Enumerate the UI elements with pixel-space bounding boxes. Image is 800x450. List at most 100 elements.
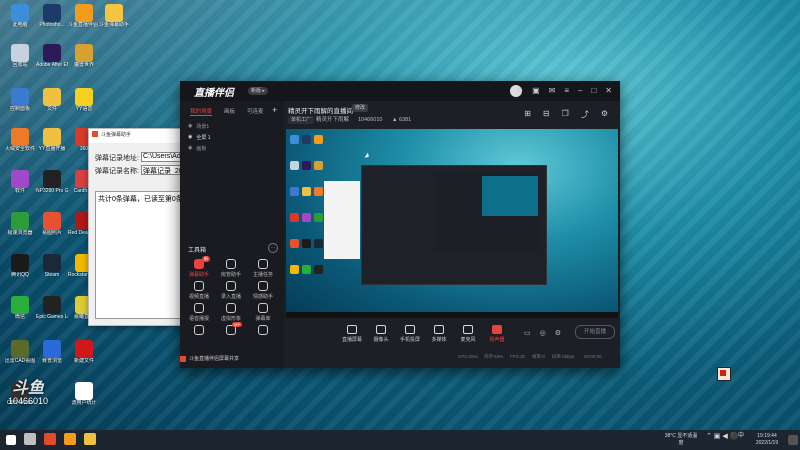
tool-item[interactable]: 语音播报 (184, 303, 214, 322)
preview-desktop-icon (290, 239, 299, 248)
windows-start-icon[interactable] (6, 435, 16, 445)
gear-icon[interactable]: ⚙ (555, 329, 561, 337)
douyu-logo: 斗鱼 (12, 380, 45, 397)
desktop-icon-label: YY直播开播 (38, 146, 66, 152)
eye-icon[interactable]: ◉ (188, 123, 192, 130)
clock[interactable]: 19:19:44 2022/1/19 (750, 433, 784, 447)
stream-preview[interactable] (286, 129, 618, 318)
start-stream-button[interactable]: 开始直播 (575, 325, 615, 339)
desktop-icon[interactable]: Epic Games Launcher (36, 296, 68, 320)
tool-item[interactable]: 新弹幕助手 (184, 256, 214, 278)
desktop-icon[interactable]: YY语音 (68, 88, 100, 112)
tab-my-scenes[interactable]: 我的场景 (190, 107, 213, 116)
settings-icon[interactable]: ⚙ (516, 86, 523, 96)
scene-item[interactable]: ◉ 全屏 1 (188, 134, 211, 141)
minimize-icon[interactable]: – (578, 86, 582, 96)
tool-item[interactable]: 主播任务 (248, 259, 278, 278)
desktop-icon[interactable]: 赛普浏览 (36, 340, 68, 364)
camera-icon[interactable]: ▭ (524, 329, 531, 337)
more-icon[interactable]: … (268, 243, 278, 253)
tray-icons[interactable]: ⌃ ▣ ◀ ⚫ (706, 433, 738, 440)
maximize-icon[interactable]: □ (591, 86, 596, 96)
desktop-app-icon (75, 44, 93, 62)
desktop-icon[interactable]: 腾讯QQ (4, 254, 36, 278)
tool-item[interactable]: VIP (216, 322, 246, 337)
tab-canvas[interactable]: 画板 (224, 107, 235, 116)
add-icon[interactable]: + (272, 105, 277, 115)
live-companion-taskbar-icon[interactable] (64, 433, 76, 445)
control-button[interactable]: 多媒体 (427, 325, 451, 343)
tab-co-stream[interactable]: 可连麦 (247, 107, 264, 116)
tool-badge: VIP (231, 322, 242, 327)
desktop-app-icon (43, 340, 61, 358)
control-label: 摄像头 (373, 337, 389, 343)
viewer-count: ▲ 6381 (392, 117, 412, 123)
desktop-icon[interactable]: Adobe After Effects 2020 (36, 44, 68, 68)
copy-icon[interactable]: ❐ (562, 109, 569, 120)
desktop-icon[interactable]: 流用户统计 (68, 382, 100, 406)
app-titlebar[interactable]: 直播伴侣 新版 ▸ ⚙ ▣ ✉ ≡ – □ ✕ (180, 81, 620, 101)
notification-icon[interactable] (788, 435, 798, 445)
cart-icon[interactable]: ⊟ (543, 109, 550, 120)
desktop-icon[interactable]: 新建文件 (68, 340, 100, 364)
desktop-icon[interactable]: NP3290 Pro Gami... (36, 170, 68, 194)
tool-item[interactable] (184, 325, 214, 337)
status-bitrate: 码率:0kbps (552, 354, 575, 359)
tool-icon (194, 281, 204, 291)
skin-icon[interactable]: ▣ (532, 86, 540, 96)
desktop-icon[interactable]: Photosho... (36, 4, 68, 28)
eye-icon[interactable]: ◎ (540, 329, 546, 337)
control-button[interactable]: 摄像头 (369, 325, 393, 343)
desktop-icon[interactable]: 斗鱼直播伴侣 2 (68, 4, 100, 28)
tool-item[interactable]: 视频直播 (184, 281, 214, 300)
desktop-app-icon (11, 254, 29, 272)
weather-widget[interactable]: 38°C 显不适温度 (664, 433, 698, 447)
desktop-icon[interactable]: 魔兽世界 (68, 44, 100, 68)
desktop-icon[interactable]: 文件 (36, 88, 68, 112)
desktop-icon[interactable]: YY直播开播 (36, 128, 68, 152)
scene-item[interactable]: ◉ 场景1 (188, 123, 209, 130)
steam-taskbar-icon[interactable] (24, 433, 36, 445)
folder-taskbar-icon[interactable] (84, 433, 96, 445)
control-button[interactable]: 直播屏幕 (340, 325, 364, 343)
desktop-icon[interactable]: 易图照片 (36, 212, 68, 236)
desktop-icon[interactable]: 极速浏览器 (4, 212, 36, 236)
desktop-icon[interactable]: 控制面板 (4, 88, 36, 112)
preview-nested-window (434, 172, 540, 252)
tool-item[interactable]: 情感助手 (248, 281, 278, 300)
desktop-icon[interactable]: Steam (36, 254, 68, 278)
edit-title-button[interactable]: 修改 (352, 104, 368, 112)
desktop-icon[interactable]: 迅雷CAD看图 (4, 340, 36, 364)
desktop-icon[interactable]: 软件 (4, 170, 36, 194)
mail-icon[interactable]: ✉ (549, 86, 556, 96)
tool-item[interactable]: 房管助手 (216, 259, 246, 278)
scene-item[interactable]: ◉ 画板 (188, 145, 206, 152)
tool-label: 弹幕助手 (188, 272, 209, 278)
tool-item[interactable]: 虚拟形象 (216, 303, 246, 322)
gift-icon[interactable]: ⊞ (524, 109, 531, 120)
screen-share-label[interactable]: 斗鱼直播伴侣屏幕共享 (180, 355, 239, 362)
tool-item[interactable] (248, 325, 278, 337)
eye-icon[interactable]: ◉ (188, 145, 192, 152)
control-button[interactable]: 麦克风 (456, 325, 480, 343)
category-tag[interactable]: 单机工厂 (288, 116, 315, 124)
eye-icon[interactable]: ◉ (188, 134, 192, 141)
ime-indicator[interactable]: 中 (738, 433, 744, 440)
control-button[interactable]: 扬声器 (485, 325, 509, 343)
menu-icon[interactable]: ≡ (564, 86, 569, 96)
desktop-icon[interactable]: 回收站 (4, 44, 36, 68)
settings-icon[interactable]: ⚙ (601, 109, 608, 120)
desktop-icon[interactable]: 微信 (4, 296, 36, 320)
tool-item[interactable]: 弹幕库 (248, 303, 278, 322)
douyu-taskbar-icon[interactable] (44, 433, 56, 445)
desktop-icon[interactable]: 斗鱼弹幕助手 (98, 4, 130, 28)
dialog-titlebar[interactable]: 斗鱼弹幕助手 (89, 129, 189, 143)
control-button[interactable]: 手机投屏 (398, 325, 422, 343)
desktop-icon[interactable]: 火绒安全软件 (4, 128, 36, 152)
desktop-icon[interactable]: 此电脑 (4, 4, 36, 28)
version-badge[interactable]: 新版 ▸ (248, 87, 268, 95)
share-icon[interactable]: ⤴ (581, 109, 589, 120)
tool-item[interactable]: 录入直播 (216, 281, 246, 300)
danmu-log[interactable]: 共计0条弹幕，已读至第0条， (95, 191, 191, 319)
close-icon[interactable]: ✕ (605, 86, 612, 96)
